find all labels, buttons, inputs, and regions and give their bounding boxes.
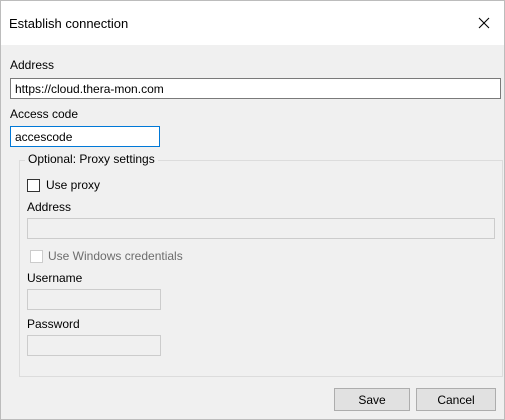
username-label: Username xyxy=(27,271,83,285)
use-windows-credentials-label[interactable]: Use Windows credentials xyxy=(48,249,183,263)
proxy-address-label: Address xyxy=(27,200,72,214)
use-proxy-checkbox[interactable] xyxy=(27,179,40,192)
username-input[interactable] xyxy=(27,289,161,310)
save-button[interactable]: Save xyxy=(334,388,410,411)
use-proxy-label[interactable]: Use proxy xyxy=(46,178,100,192)
cancel-button[interactable]: Cancel xyxy=(416,388,496,411)
use-windows-credentials-checkbox[interactable] xyxy=(30,250,43,263)
proxy-settings-group-label: Optional: Proxy settings xyxy=(25,152,158,166)
proxy-address-input[interactable] xyxy=(27,218,495,239)
address-input[interactable] xyxy=(10,78,501,99)
access-code-input[interactable] xyxy=(10,126,160,147)
dialog-title: Establish connection xyxy=(9,16,129,31)
address-label: Address xyxy=(10,58,55,72)
password-label: Password xyxy=(27,317,80,331)
access-code-label: Access code xyxy=(10,107,79,121)
close-icon xyxy=(478,17,490,29)
close-button[interactable] xyxy=(464,1,504,45)
title-bar: Establish connection xyxy=(1,1,504,45)
establish-connection-dialog: Establish connection Address Access code… xyxy=(0,0,505,420)
password-input[interactable] xyxy=(27,335,161,356)
